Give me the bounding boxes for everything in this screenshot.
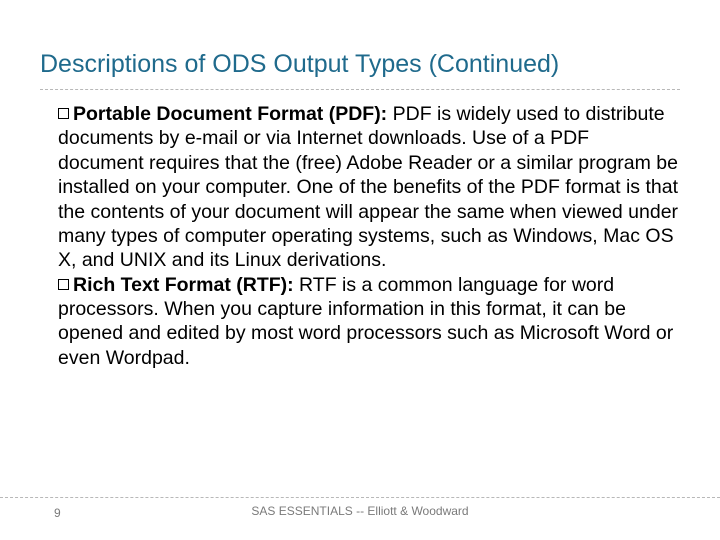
- item-heading-0: Portable Document Format (PDF):: [73, 103, 387, 125]
- body-text: Portable Document Format (PDF): PDF is w…: [40, 102, 680, 370]
- square-bullet-icon: [58, 108, 69, 119]
- slide-footer: 9 SAS ESSENTIALS -- Elliott & Woodward: [0, 497, 720, 518]
- footer-text: SAS ESSENTIALS -- Elliott & Woodward: [0, 504, 720, 518]
- slide-content: Descriptions of ODS Output Types (Contin…: [0, 0, 720, 370]
- square-bullet-icon: [58, 279, 69, 290]
- page-number: 9: [54, 506, 61, 520]
- item-heading-1: Rich Text Format (RTF):: [73, 274, 294, 296]
- item-text-0: PDF is widely used to distribute documen…: [58, 103, 678, 271]
- slide-title: Descriptions of ODS Output Types (Contin…: [40, 50, 680, 90]
